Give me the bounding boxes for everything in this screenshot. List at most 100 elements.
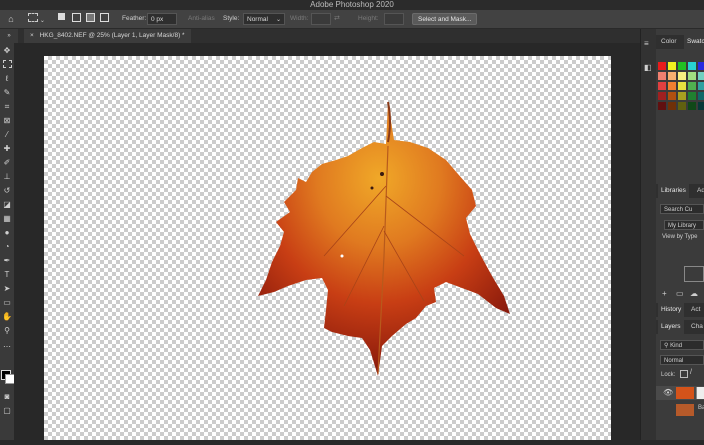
folder-icon[interactable]: ▭	[676, 289, 684, 298]
document-canvas[interactable]	[44, 56, 611, 440]
layer-thumbnail	[676, 387, 694, 399]
color-swatch[interactable]	[678, 102, 686, 110]
color-swatch[interactable]	[668, 92, 676, 100]
tab-adjustments[interactable]: Ad	[694, 184, 704, 198]
intersect-selection-icon[interactable]	[100, 13, 110, 25]
properties-panel-icon[interactable]: ◧	[644, 63, 652, 72]
title-bar: Adobe Photoshop 2020	[0, 0, 704, 10]
visibility-eye-icon[interactable]: 👁	[663, 388, 673, 397]
feather-input[interactable]: 0 px	[147, 13, 177, 25]
color-swatch[interactable]	[698, 72, 704, 80]
home-icon[interactable]: ⌂	[5, 13, 17, 25]
color-swatch[interactable]	[678, 62, 686, 70]
cloud-icon[interactable]: ☁	[690, 289, 698, 298]
leaf-spot	[340, 254, 344, 258]
maple-leaf-image	[258, 101, 510, 376]
path-selection-tool-icon[interactable]: ➤	[2, 284, 12, 294]
toolbar-collapse-icon[interactable]: »	[0, 29, 18, 43]
color-swatch[interactable]	[688, 92, 696, 100]
color-swatch[interactable]	[678, 92, 686, 100]
swatches-grid	[658, 54, 704, 172]
antialias-checkbox[interactable]: Anti-alias	[188, 13, 215, 25]
color-swatch[interactable]	[678, 82, 686, 90]
color-swatch[interactable]	[698, 102, 704, 110]
select-and-mask-button[interactable]: Select and Mask...	[412, 13, 478, 25]
crop-tool-icon[interactable]: ⌗	[2, 102, 12, 112]
eyedropper-tool-icon[interactable]: ⁄	[2, 130, 12, 140]
close-icon[interactable]: ×	[30, 32, 34, 39]
history-brush-tool-icon[interactable]: ↺	[2, 186, 12, 196]
rect-marquee-icon	[28, 13, 38, 22]
library-select[interactable]: My Library	[664, 220, 704, 230]
color-swatch[interactable]	[688, 72, 696, 80]
color-swatch[interactable]	[658, 92, 666, 100]
tab-channels[interactable]: Cha	[688, 320, 704, 334]
color-swatch[interactable]	[668, 82, 676, 90]
add-selection-icon[interactable]	[72, 13, 82, 25]
lasso-tool-icon[interactable]: ℓ	[2, 74, 12, 84]
style-select-value: Normal	[247, 16, 268, 23]
add-icon[interactable]: +	[662, 289, 667, 298]
color-swatch[interactable]	[668, 62, 676, 70]
layer-row-layer1[interactable]: 👁	[656, 386, 704, 400]
quick-select-tool-icon[interactable]: ✎	[2, 88, 12, 98]
lock-paint-icon[interactable]: /	[690, 369, 692, 376]
tab-libraries[interactable]: Libraries	[658, 184, 689, 198]
library-empty-icon	[684, 266, 704, 282]
frame-tool-icon[interactable]: ⊠	[2, 116, 12, 126]
blur-tool-icon[interactable]: ●	[2, 228, 12, 238]
color-swatch[interactable]	[698, 92, 704, 100]
color-swatch[interactable]	[658, 82, 666, 90]
width-input[interactable]	[311, 13, 331, 25]
tab-history[interactable]: History	[658, 303, 685, 317]
color-swatch[interactable]	[688, 62, 696, 70]
pen-tool-icon[interactable]: ✒	[2, 256, 12, 266]
color-swatch[interactable]	[668, 72, 676, 80]
color-swatch[interactable]	[688, 82, 696, 90]
color-swatch[interactable]	[658, 72, 666, 80]
view-by-select[interactable]: View by Type	[662, 234, 697, 240]
hand-tool-icon[interactable]: ✋	[2, 312, 12, 322]
tab-layers[interactable]: Layers	[658, 320, 684, 334]
tab-actions[interactable]: Act	[688, 303, 703, 317]
color-swatch[interactable]	[658, 102, 666, 110]
tab-swatches[interactable]: Swatches	[684, 35, 704, 49]
healing-brush-tool-icon[interactable]: ✚	[2, 144, 12, 154]
zoom-tool-icon[interactable]: ⚲	[2, 326, 12, 336]
quick-mask-icon[interactable]: ◙	[2, 392, 12, 402]
history-panel-icon[interactable]: ≡	[644, 39, 649, 48]
eraser-tool-icon[interactable]: ◪	[2, 200, 12, 210]
layer-mask-thumbnail[interactable]	[696, 387, 704, 399]
height-input[interactable]	[384, 13, 404, 25]
document-tab[interactable]: × HKG_8402.NEF @ 25% (Layer 1, Layer Mas…	[24, 29, 191, 43]
swap-icon[interactable]: ⇄	[334, 13, 340, 25]
tab-color[interactable]: Color	[658, 35, 680, 49]
color-swatch[interactable]	[698, 62, 704, 70]
lock-transparency-icon[interactable]	[680, 370, 688, 378]
brush-tool-icon[interactable]: ✐	[2, 158, 12, 168]
color-swatch[interactable]	[678, 72, 686, 80]
move-tool-icon[interactable]: ✥	[2, 46, 12, 56]
more-tools-icon[interactable]: ⋯	[2, 342, 12, 352]
new-selection-icon[interactable]	[58, 13, 68, 25]
blend-mode-select[interactable]: Normal	[660, 355, 704, 365]
screen-mode-icon[interactable]: ▢	[2, 406, 12, 416]
marquee-tool-icon[interactable]	[2, 60, 12, 70]
clone-stamp-tool-icon[interactable]: ⊥	[2, 172, 12, 182]
color-swatch[interactable]	[668, 102, 676, 110]
dodge-tool-icon[interactable]: ◔	[2, 242, 12, 252]
gradient-tool-icon[interactable]: ▦	[2, 214, 12, 224]
color-swatch[interactable]	[658, 62, 666, 70]
layer-kind-filter[interactable]: ⚲ Kind	[660, 340, 704, 350]
layer-row-background[interactable]: Ba	[656, 403, 704, 417]
marquee-tool-preset[interactable]: ⌄	[28, 13, 46, 25]
rectangle-tool-icon[interactable]: ▭	[2, 298, 12, 308]
type-tool-icon[interactable]: T	[2, 270, 12, 280]
libraries-search-input[interactable]: Search Cu	[660, 204, 704, 214]
color-swatch[interactable]	[698, 82, 704, 90]
color-swatch[interactable]	[688, 102, 696, 110]
leaf-shape	[258, 102, 510, 376]
subtract-selection-icon[interactable]	[86, 13, 96, 25]
style-select[interactable]: Normal ⌄	[243, 13, 285, 25]
layers-panel-tabs: Layers Cha	[656, 320, 704, 334]
